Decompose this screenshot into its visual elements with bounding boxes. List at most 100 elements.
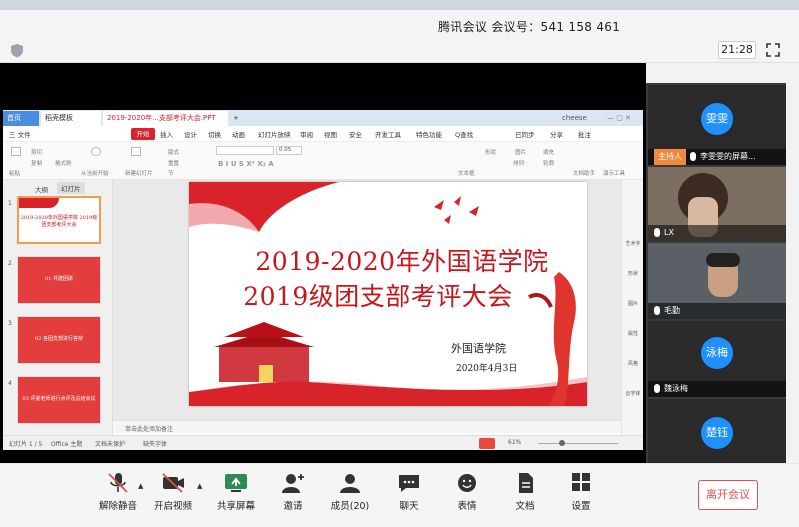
tab-home[interactable]: 首页 <box>3 111 39 126</box>
menu-insert[interactable]: 插入 <box>160 129 173 139</box>
ribbon-outline[interactable]: 轮廓 <box>543 159 554 167</box>
share-screen-icon <box>225 474 247 492</box>
tab-docer[interactable]: 稻壳模板 <box>41 111 101 126</box>
side-cloud-font[interactable]: 云字体 <box>623 390 643 397</box>
participant-tile[interactable]: 雯雯 主持人 李雯雯的屏幕... <box>648 85 786 165</box>
new-tab-button[interactable]: + <box>229 111 241 126</box>
menu-security[interactable]: 安全 <box>349 129 362 139</box>
user-name[interactable]: cheese <box>558 111 598 126</box>
mic-icon <box>654 384 660 393</box>
font-size-select[interactable]: 0.05 <box>276 146 302 155</box>
format-buttons[interactable]: B I U S X² X₂ A <box>218 160 274 168</box>
wps-status-bar: 幻灯片 1 / 5 Office 主题 文档未保护 缺失字体 61% <box>3 435 643 450</box>
side-picture[interactable]: 图片 <box>623 300 643 307</box>
leave-meeting-button[interactable]: 离开会议 <box>698 480 758 510</box>
menu-slideshow[interactable]: 幻灯片放映 <box>258 129 291 139</box>
tab-ppt-file[interactable]: 2019-2020年...支部考评大会.PPT <box>103 111 228 126</box>
sync-status[interactable]: 已同步 <box>515 129 535 139</box>
chat-button[interactable]: 聊天 <box>394 472 424 512</box>
members-icon <box>340 474 360 493</box>
ribbon-paste[interactable]: 粘贴 <box>9 169 20 177</box>
paste-icon[interactable] <box>11 147 21 156</box>
ribbon-section[interactable]: 节 <box>168 169 174 177</box>
menu-review[interactable]: 审阅 <box>300 129 313 139</box>
chevron-up-icon[interactable]: ▲ <box>138 482 143 490</box>
share-button[interactable]: 分享 <box>550 129 563 139</box>
side-wordart[interactable]: 艺术字 <box>623 240 643 247</box>
comment-button[interactable]: 批注 <box>578 129 591 139</box>
participant-label: 主持人 李雯雯的屏幕... <box>648 149 786 165</box>
video-label: 开启视频 <box>153 501 192 512</box>
invite-label: 邀请 <box>283 501 303 512</box>
zoom-slider-thumb[interactable] <box>559 440 565 446</box>
slide-title-line1: 2019-2020年外国语学院 <box>255 247 549 276</box>
participant-name: 毛勤 <box>664 306 680 315</box>
ribbon-cut[interactable]: 剪切 <box>31 148 42 156</box>
chevron-up-icon[interactable]: ▲ <box>197 482 202 490</box>
fullscreen-icon[interactable] <box>765 42 781 58</box>
ribbon-layout[interactable]: 版式 <box>168 148 179 156</box>
side-property[interactable]: 属性 <box>623 330 643 337</box>
missing-font[interactable]: 缺失字体 <box>143 439 167 448</box>
current-slide[interactable]: 2019-2020年外国语学院 2019级团支部考评大会 外国语学院 2020年… <box>189 182 587 406</box>
share-screen-button[interactable]: 共享屏幕 <box>213 472 259 512</box>
invite-button[interactable]: 邀请 <box>278 472 308 512</box>
participant-video-tile[interactable]: 毛勤 <box>648 243 786 319</box>
zoom-slider[interactable] <box>538 443 618 444</box>
window-controls[interactable]: — ▢ ✕ <box>603 111 643 126</box>
participant-name: LX <box>664 228 674 237</box>
ribbon-show-tools[interactable]: 演示工具 <box>603 169 625 177</box>
play-from-current-icon[interactable] <box>91 147 101 156</box>
slide-thumbnail-1[interactable]: 2019-2020年外国语学院 2019级团支部考评大会 <box>17 196 101 244</box>
ribbon-shape[interactable]: 形状 <box>485 148 496 156</box>
ribbon-play-current[interactable]: 从当前开始 <box>81 169 109 177</box>
menu-file[interactable]: 三 文件 <box>9 129 31 139</box>
shield-icon[interactable] <box>10 43 24 58</box>
side-shape[interactable]: 形状 <box>623 270 643 277</box>
ribbon-arrange[interactable]: 排列 <box>513 159 524 167</box>
menu-transition[interactable]: 切换 <box>208 129 221 139</box>
participant-name: 李雯雯的屏幕... <box>700 152 756 161</box>
slide-thumbnail-2[interactable]: 01 共建团歌 <box>17 256 101 304</box>
play-slideshow-button[interactable] <box>479 438 495 449</box>
menu-developer[interactable]: 开发工具 <box>375 129 401 139</box>
ribbon-reset[interactable]: 重置 <box>168 159 179 167</box>
members-button[interactable]: 成员(20) <box>330 472 370 512</box>
unmute-button[interactable]: 解除静音 <box>93 472 143 512</box>
settings-button[interactable]: 设置 <box>566 472 596 512</box>
slide-thumbnail-3[interactable]: 02 各团支部进行答辩 <box>17 316 101 364</box>
menu-design[interactable]: 设计 <box>184 129 197 139</box>
side-style[interactable]: 风格 <box>623 360 643 367</box>
participant-label: LX <box>648 225 786 241</box>
participant-video-tile[interactable]: LX <box>648 167 786 241</box>
ribbon-new-slide[interactable]: 新建幻灯片 <box>125 169 153 177</box>
ribbon-copy[interactable]: 复制 <box>31 159 42 167</box>
meeting-title-bar: 腾讯会议 会议号：541 158 461 <box>0 10 799 38</box>
ribbon-doc-assistant[interactable]: 文档助手 <box>573 169 595 177</box>
menu-find[interactable]: Q查找 <box>455 129 473 139</box>
notes-pane[interactable]: 单击此处添加备注 <box>113 420 643 433</box>
new-slide-icon[interactable] <box>131 147 141 156</box>
menu-start[interactable]: 开始 <box>131 128 155 140</box>
avatar: 雯雯 <box>701 103 733 135</box>
menu-animation[interactable]: 动画 <box>232 129 245 139</box>
ribbon-format-painter[interactable]: 格式刷 <box>55 159 72 167</box>
participant-tile[interactable]: 泳梅 魏泳梅 <box>648 321 786 397</box>
protect-status[interactable]: 文档未保护 <box>95 439 125 448</box>
tab-slides[interactable]: 幻灯片 <box>57 182 85 194</box>
zoom-level[interactable]: 61% <box>508 439 521 446</box>
docs-button[interactable]: 文档 <box>510 472 540 512</box>
font-name-select[interactable] <box>216 146 274 155</box>
thumb-text: 02 各团支部进行答辩 <box>35 336 83 342</box>
menu-view[interactable]: 视图 <box>324 129 337 139</box>
ribbon-picture[interactable]: 图片 <box>515 148 526 156</box>
participant-tile[interactable]: 楚钰 <box>648 399 786 463</box>
menu-features[interactable]: 特色功能 <box>416 129 442 139</box>
start-video-button[interactable]: 开启视频 <box>150 472 196 512</box>
slide-thumbnail-4[interactable]: 03 评委老师进行点评及总结会议 <box>17 376 101 424</box>
mic-icon <box>690 152 696 161</box>
ribbon-textbox[interactable]: 文本框 <box>458 169 475 177</box>
emoji-button[interactable]: 表情 <box>452 472 482 512</box>
ribbon-fill[interactable]: 填充 <box>543 148 554 156</box>
tab-outline[interactable]: 大纲 <box>35 184 48 194</box>
